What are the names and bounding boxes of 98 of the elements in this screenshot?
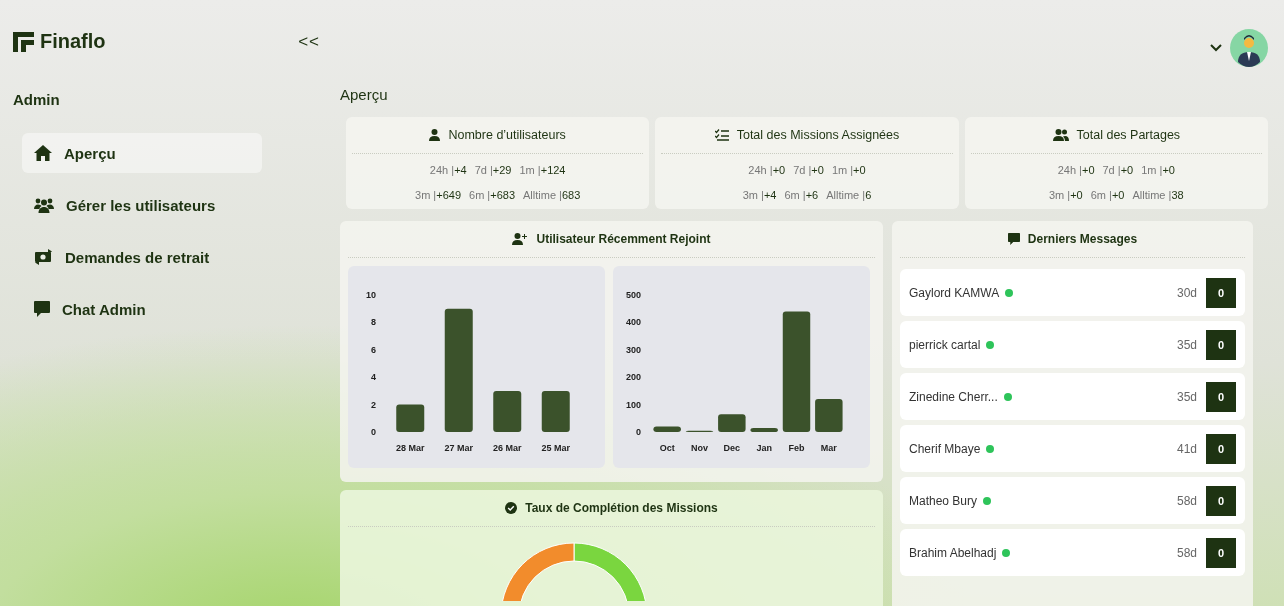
stat-value: 1m |+0	[1141, 163, 1175, 178]
card-title: Utilisateur Récemment Rejoint	[536, 232, 711, 246]
axis-category-label: 26 Mar	[493, 443, 522, 453]
stat-value: 3m |+649	[415, 188, 461, 203]
unread-count: 0	[1206, 485, 1236, 516]
contact-name: Matheo Bury	[909, 493, 978, 508]
message-time: 35d	[1176, 337, 1197, 352]
users-icon	[1052, 129, 1069, 141]
axis-tick-label: 400	[625, 317, 641, 328]
stat-value: 6m |+683	[469, 188, 515, 203]
contact-name: Cherif Mbaye	[909, 441, 981, 456]
users-icon	[34, 197, 54, 213]
sidebar-item[interactable]: Demandes de retrait	[22, 237, 262, 277]
bar	[541, 390, 570, 432]
avatar[interactable]	[1230, 29, 1268, 67]
axis-category-label: 27 Mar	[444, 443, 473, 453]
bar	[718, 414, 746, 432]
contact-name: Gaylord KAMWA	[909, 285, 1000, 300]
unread-count: 0	[1206, 277, 1236, 308]
card-title: Total des Missions Assignées	[736, 128, 900, 142]
logo-mark-icon	[13, 31, 34, 52]
axis-category-label: Dec	[723, 443, 741, 453]
stat-value: 1m |+0	[831, 163, 866, 178]
check-circle-icon	[505, 502, 518, 514]
message-row[interactable]: Zinedine Cherr... 35d 0	[900, 373, 1245, 420]
chat-icon	[1007, 233, 1020, 245]
contact-name: Zinedine Cherr...	[909, 389, 998, 404]
stat-value: 24h |+0	[1057, 163, 1095, 178]
axis-tick-label: 0	[371, 427, 376, 437]
bar	[493, 390, 522, 432]
message-time: 58d	[1176, 493, 1197, 508]
axis-tick-label: 8	[371, 317, 376, 328]
collapse-sidebar-button[interactable]: <<	[294, 31, 324, 52]
home-icon	[34, 145, 52, 161]
message-time: 30d	[1176, 285, 1197, 300]
axis-category-label: Mar	[820, 443, 837, 453]
chat-icon	[34, 301, 50, 317]
message-row[interactable]: Gaylord KAMWA 30d 0	[900, 269, 1245, 316]
card-title: Taux de Complétion des Missions	[525, 501, 718, 515]
sidebar-item[interactable]: Chat Admin	[22, 289, 262, 329]
sidebar-section-title: Admin	[13, 91, 60, 108]
message-row[interactable]: Matheo Bury 58d 0	[900, 477, 1245, 524]
message-time: 41d	[1176, 441, 1197, 456]
unread-count: 0	[1206, 381, 1236, 412]
sidebar-item[interactable]: Gérer les utilisateurs	[22, 185, 262, 225]
finaflo-logo: Finaflo	[13, 30, 106, 53]
message-row[interactable]: Cherif Mbaye 41d 0	[900, 425, 1245, 472]
add-user-icon	[512, 233, 529, 245]
card-title: Nombre d’utilisateurs	[448, 128, 566, 142]
stat-value: 3m |+4	[742, 188, 777, 203]
stat-value: 6m |+6	[784, 188, 819, 203]
contact-name: pierrick cartal	[909, 337, 981, 352]
axis-tick-label: 6	[371, 344, 376, 355]
unread-count: 0	[1206, 433, 1236, 464]
axis-tick-label: 200	[625, 372, 641, 383]
axis-tick-label: 300	[625, 344, 641, 355]
message-time: 35d	[1176, 389, 1197, 404]
card-title: Derniers Messages	[1027, 232, 1138, 246]
stat-value: 7d |+29	[474, 163, 512, 178]
unread-count: 0	[1206, 329, 1236, 360]
page-title: Aperçu	[340, 86, 388, 104]
axis-tick-label: 2	[371, 399, 376, 410]
user-icon	[429, 129, 441, 141]
message-time: 58d	[1176, 545, 1197, 560]
axis-category-label: Jan	[756, 443, 772, 453]
bar	[750, 427, 778, 432]
checklist-icon	[714, 129, 729, 141]
bar	[396, 404, 425, 432]
chevron-down-icon[interactable]	[1210, 44, 1222, 52]
message-row[interactable]: Brahim Abelhadj 58d 0	[900, 529, 1245, 576]
stat-value: Alltime |683	[523, 188, 581, 203]
axis-tick-label: 4	[371, 372, 376, 383]
message-row[interactable]: pierrick cartal 35d 0	[900, 321, 1245, 368]
stat-value: 3m |+0	[1049, 188, 1083, 203]
axis-category-label: Feb	[788, 443, 805, 453]
axis-tick-label: 10	[366, 290, 376, 300]
stat-value: 7d |+0	[1102, 163, 1134, 178]
money-exchange-icon	[34, 249, 53, 265]
stat-value: 24h |+0	[748, 163, 786, 178]
axis-category-label: Oct	[659, 443, 675, 453]
axis-tick-label: 500	[625, 290, 641, 300]
stat-value: Alltime |6	[826, 188, 872, 203]
sidebar-item[interactable]: Aperçu	[22, 133, 262, 173]
card-title: Total des Partages	[1076, 128, 1181, 142]
unread-count: 0	[1206, 537, 1236, 568]
stat-value: 7d |+0	[793, 163, 824, 178]
contact-name: Brahim Abelhadj	[909, 545, 997, 560]
stat-value: Alltime |38	[1132, 188, 1184, 203]
stat-value: 6m |+0	[1090, 188, 1125, 203]
axis-tick-label: 0	[636, 427, 641, 437]
axis-category-label: 28 Mar	[396, 443, 425, 453]
stat-value: 24h |+4	[429, 163, 467, 178]
axis-category-label: Nov	[691, 443, 708, 453]
stat-value: 1m |+124	[519, 163, 566, 178]
bar	[653, 426, 681, 432]
bar	[815, 399, 843, 432]
axis-tick-label: 100	[625, 399, 641, 410]
axis-category-label: 25 Mar	[541, 443, 570, 453]
